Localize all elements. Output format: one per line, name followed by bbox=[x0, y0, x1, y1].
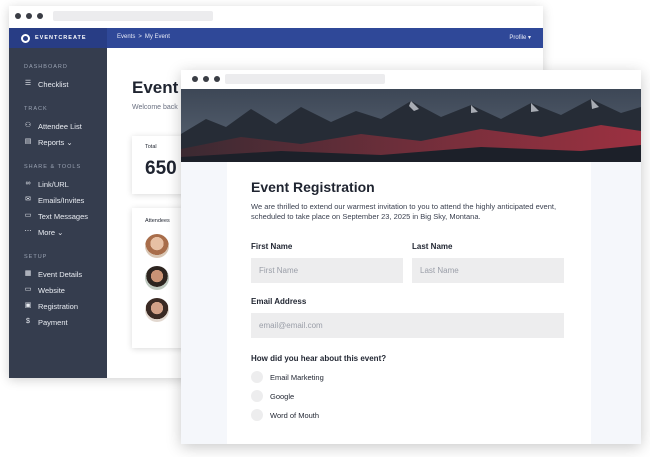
sidebar-item-label: Link/URL bbox=[38, 179, 69, 189]
email-field[interactable] bbox=[251, 313, 564, 338]
option-word-of-mouth[interactable]: Word of Mouth bbox=[251, 409, 319, 421]
address-bar[interactable] bbox=[53, 11, 213, 21]
option-label: Email Marketing bbox=[270, 372, 324, 382]
option-google[interactable]: Google bbox=[251, 390, 294, 402]
total-label: Total bbox=[145, 144, 157, 150]
welcome-text: Welcome back bbox=[132, 104, 178, 111]
monitor-icon: ▭ bbox=[24, 286, 32, 293]
profile-menu[interactable]: Profile ▾ bbox=[509, 34, 531, 41]
breadcrumb-separator: > bbox=[138, 34, 142, 40]
option-label: Word of Mouth bbox=[270, 410, 320, 420]
users-icon: ⚇ bbox=[24, 122, 32, 129]
radio-button[interactable] bbox=[251, 390, 263, 402]
sidebar-item-label: Reports ⌄ bbox=[38, 137, 73, 147]
registration-window: Event Registration We are thrilled to ex… bbox=[181, 70, 641, 444]
sidebar-item-text-messages[interactable]: ▭ Text Messages bbox=[9, 208, 107, 224]
message-icon: ▭ bbox=[24, 212, 32, 219]
sidebar-item-emails-invites[interactable]: ✉ Emails/Invites bbox=[9, 192, 107, 208]
more-icon: ⋯ bbox=[24, 228, 32, 235]
email-label: Email Address bbox=[251, 297, 307, 306]
link-icon: ∞ bbox=[25, 180, 31, 187]
sidebar-item-reports[interactable]: ▤ Reports ⌄ bbox=[9, 134, 107, 150]
browser-chrome bbox=[9, 6, 543, 28]
checklist-icon: ☰ bbox=[24, 80, 32, 87]
radio-button[interactable] bbox=[251, 409, 263, 421]
calendar-icon: ▦ bbox=[24, 270, 32, 277]
breadcrumb-events[interactable]: Events bbox=[117, 34, 135, 40]
breadcrumb: Events > My Event bbox=[117, 34, 170, 40]
browser-chrome bbox=[181, 70, 641, 89]
option-email-marketing[interactable]: Email Marketing bbox=[251, 371, 324, 383]
first-name-label: First Name bbox=[251, 242, 293, 251]
sidebar-item-checklist[interactable]: ☰ Checklist bbox=[9, 76, 107, 92]
sidebar-item-payment[interactable]: $ Payment bbox=[9, 314, 107, 330]
avatar[interactable] bbox=[145, 266, 169, 290]
form-title: Event Registration bbox=[251, 179, 375, 195]
clipboard-icon: ▣ bbox=[24, 302, 32, 309]
avatar[interactable] bbox=[145, 298, 169, 322]
window-controls[interactable] bbox=[192, 76, 220, 82]
sidebar: DASHBOARD ☰ Checklist TRACK ⚇ Attendee L… bbox=[9, 48, 107, 378]
sidebar-item-label: Text Messages bbox=[38, 211, 89, 221]
sidebar-item-label: Emails/Invites bbox=[38, 195, 85, 205]
sidebar-item-more[interactable]: ⋯ More ⌄ bbox=[9, 224, 107, 240]
top-navigation: EVENTCREATE Events > My Event Profile ▾ bbox=[9, 28, 543, 48]
address-bar[interactable] bbox=[225, 74, 385, 84]
first-name-input[interactable] bbox=[251, 258, 403, 283]
sidebar-section-dashboard: DASHBOARD bbox=[24, 64, 68, 70]
sidebar-item-event-details[interactable]: ▦ Event Details bbox=[9, 266, 107, 282]
sidebar-item-label: Attendee List bbox=[38, 121, 82, 131]
sidebar-item-label: Registration bbox=[38, 301, 79, 311]
brand[interactable]: EVENTCREATE bbox=[9, 28, 107, 48]
sidebar-section-share-tools: SHARE & TOOLS bbox=[24, 164, 82, 170]
window-controls[interactable] bbox=[15, 13, 43, 19]
sidebar-item-attendee-list[interactable]: ⚇ Attendee List bbox=[9, 118, 107, 134]
total-value: 650 bbox=[145, 158, 177, 179]
option-label: Google bbox=[270, 391, 295, 401]
avatar[interactable] bbox=[145, 234, 169, 258]
sidebar-item-label: Payment bbox=[38, 317, 68, 327]
sidebar-item-website[interactable]: ▭ Website bbox=[9, 282, 107, 298]
envelope-icon: ✉ bbox=[25, 196, 31, 203]
sidebar-section-setup: SETUP bbox=[24, 254, 48, 260]
registration-form: Event Registration We are thrilled to ex… bbox=[227, 162, 591, 444]
last-name-label: Last Name bbox=[412, 242, 453, 251]
hero-mountain-image bbox=[181, 89, 641, 162]
sidebar-section-track: TRACK bbox=[24, 106, 48, 112]
sidebar-item-label: More ⌄ bbox=[38, 227, 64, 237]
radio-button[interactable] bbox=[251, 371, 263, 383]
sidebar-item-link-url[interactable]: ∞ Link/URL bbox=[9, 176, 107, 192]
sidebar-item-label: Event Details bbox=[38, 269, 83, 279]
last-name-input[interactable] bbox=[412, 258, 564, 283]
chart-icon: ▤ bbox=[24, 138, 32, 145]
breadcrumb-my-event[interactable]: My Event bbox=[145, 34, 170, 40]
dollar-icon: $ bbox=[26, 318, 30, 325]
brand-name: EVENTCREATE bbox=[35, 35, 87, 41]
attendees-label: Attendees bbox=[145, 218, 170, 224]
eventcreate-logo-icon bbox=[21, 33, 30, 43]
sidebar-item-label: Checklist bbox=[38, 79, 69, 89]
referral-question: How did you hear about this event? bbox=[251, 354, 387, 363]
sidebar-item-label: Website bbox=[38, 285, 65, 295]
sidebar-item-registration[interactable]: ▣ Registration bbox=[9, 298, 107, 314]
form-intro: We are thrilled to extend our warmest in… bbox=[251, 202, 557, 221]
